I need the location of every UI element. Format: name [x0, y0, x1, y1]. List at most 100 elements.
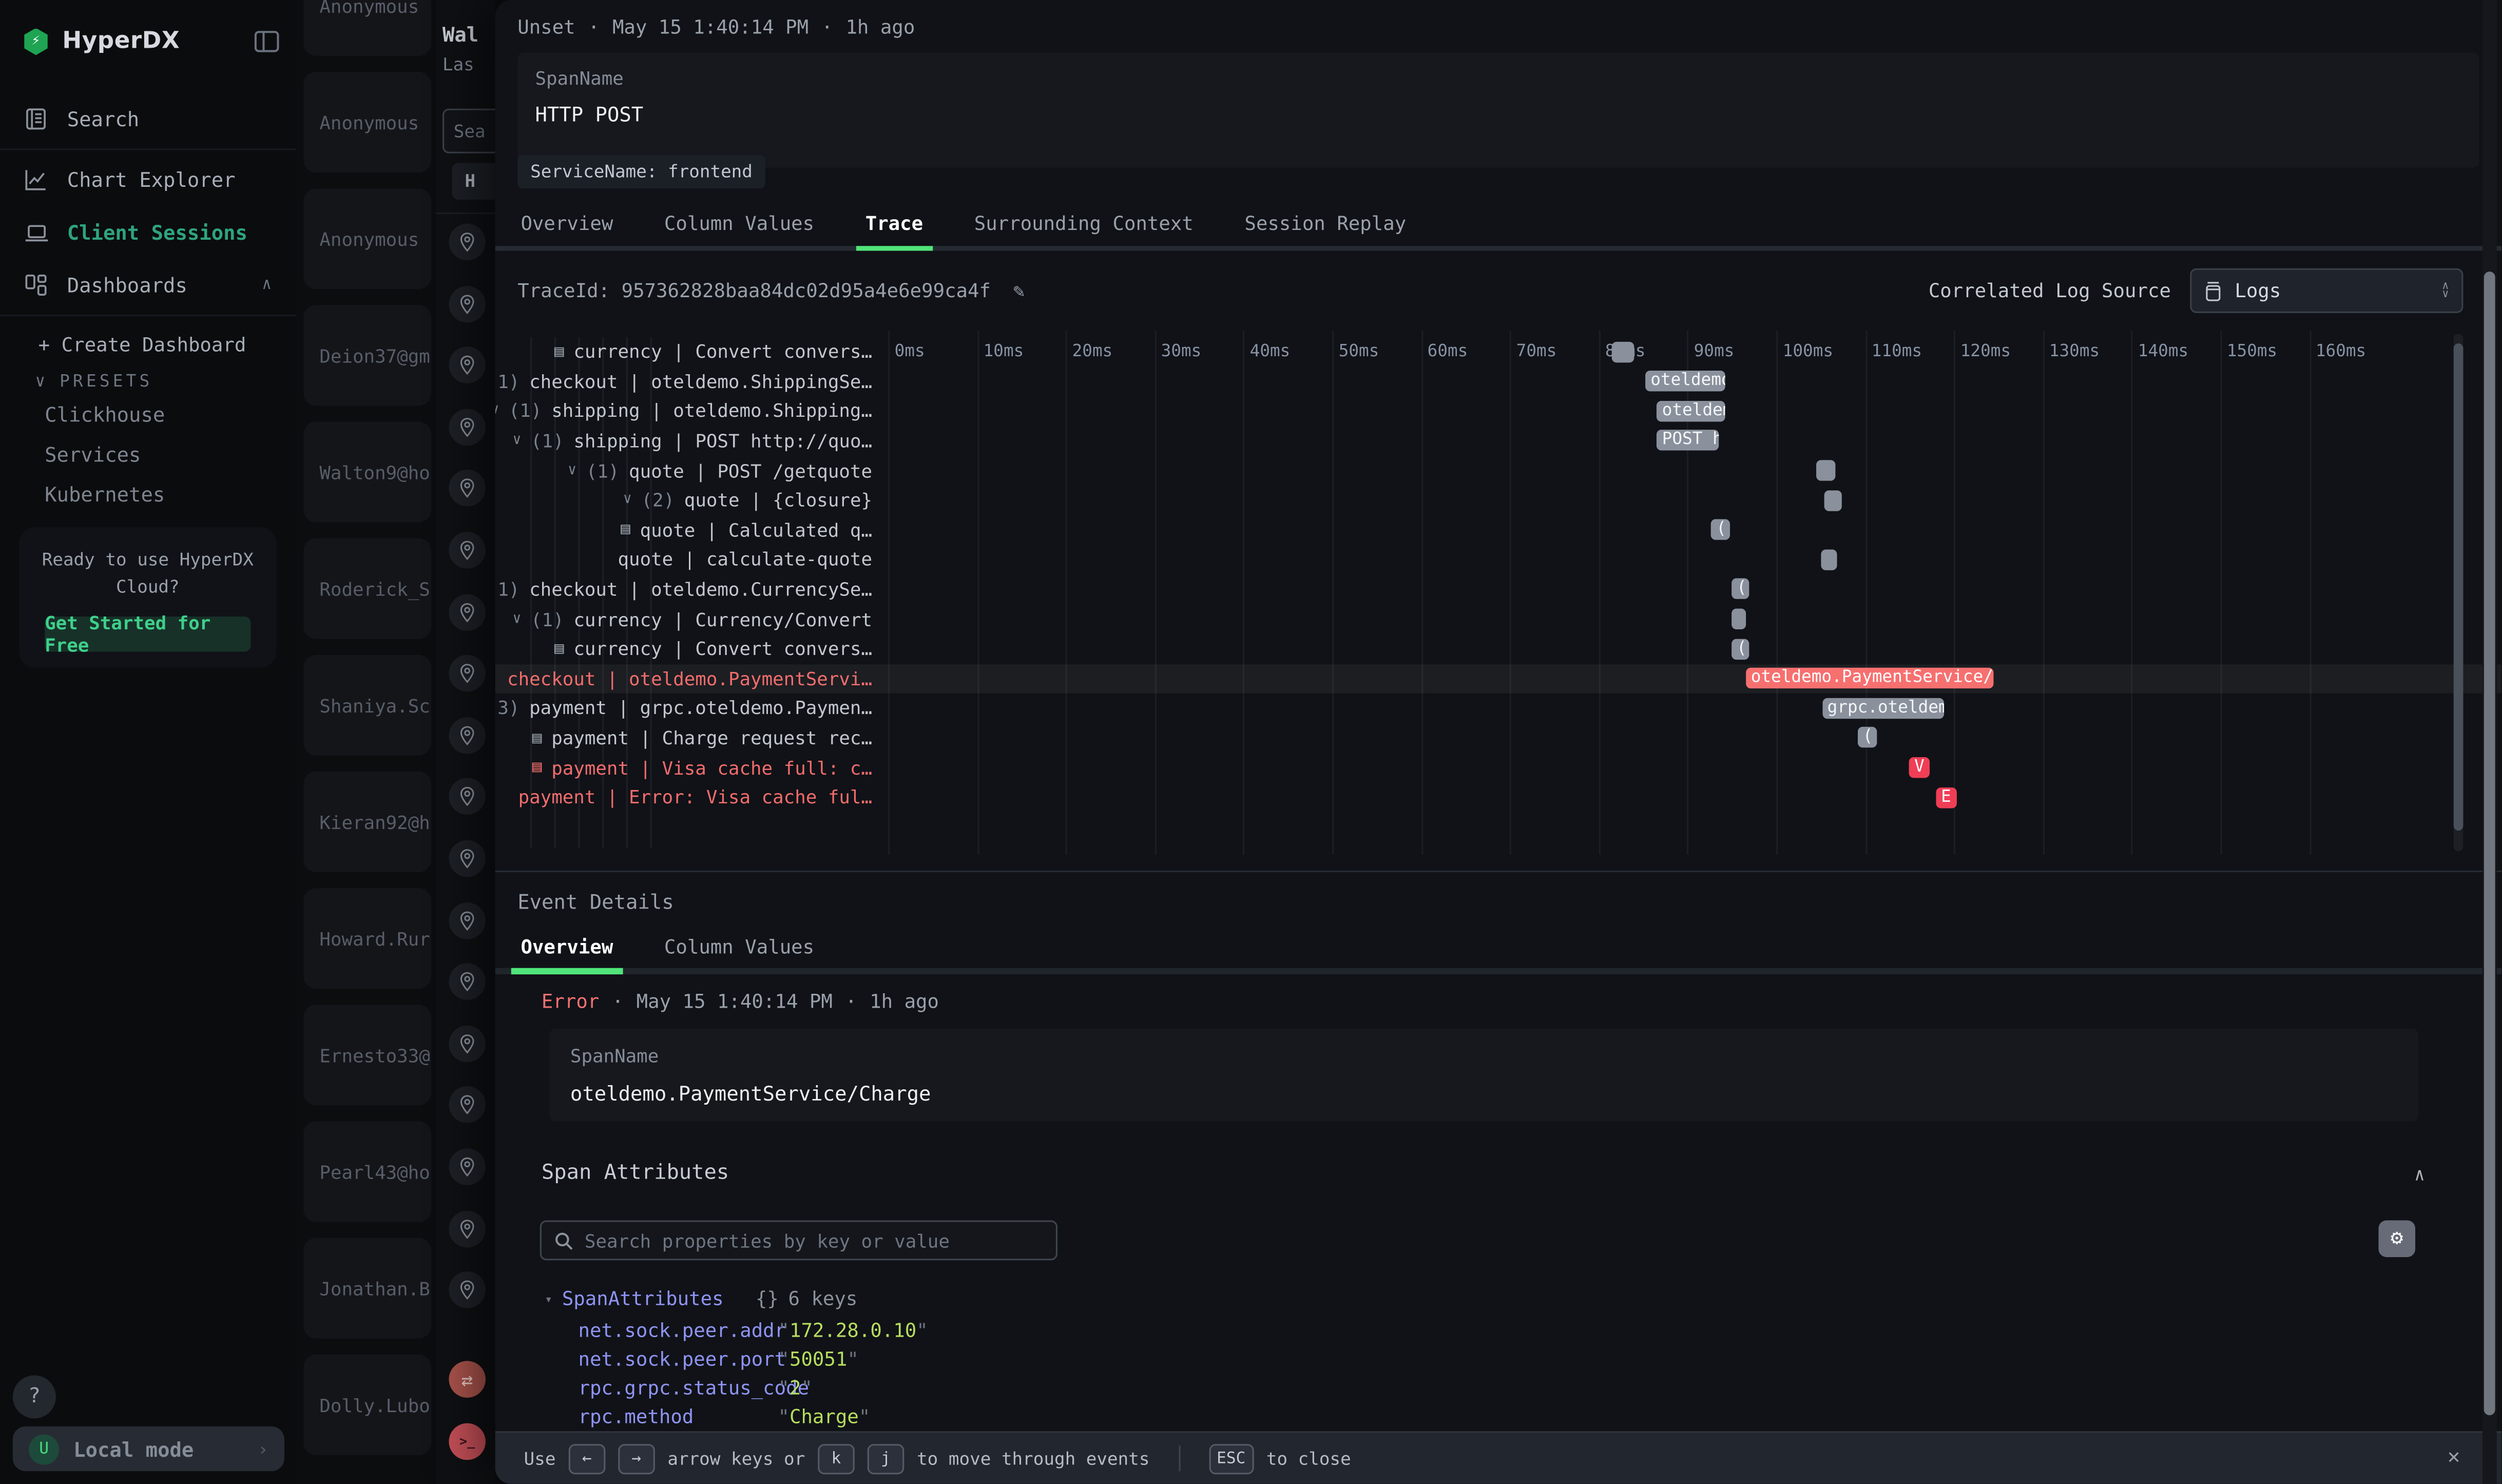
- tab-column-values[interactable]: Column Values: [661, 203, 818, 250]
- session-card[interactable]: Ernesto33@: [303, 1005, 431, 1105]
- collapse-sidebar-icon[interactable]: [254, 30, 280, 53]
- span-bar[interactable]: [1824, 490, 1841, 510]
- local-mode-button[interactable]: U Local mode ›: [13, 1427, 284, 1471]
- location-pin-icon[interactable]: [449, 1272, 486, 1309]
- location-pin-icon[interactable]: [449, 470, 486, 507]
- location-pin-icon[interactable]: [449, 1148, 486, 1185]
- create-dashboard-button[interactable]: + Create Dashboard: [0, 319, 296, 359]
- session-card[interactable]: Jonathan.B: [303, 1238, 431, 1339]
- span-bar[interactable]: (: [1732, 579, 1750, 599]
- span-bar[interactable]: oteldemo.PaymentService/Char: [1746, 668, 1994, 688]
- attributes-search-input[interactable]: Search properties by key or value: [540, 1220, 1057, 1260]
- kbd-esc[interactable]: ESC: [1209, 1443, 1254, 1474]
- kbd-←[interactable]: ←: [568, 1443, 605, 1474]
- session-card[interactable]: Anonymous: [303, 0, 431, 56]
- span-tree-label[interactable]: payment | Error: Visa cache ful…: [495, 783, 889, 813]
- span-bar[interactable]: E: [1936, 787, 1957, 807]
- kbd-→[interactable]: →: [618, 1443, 655, 1474]
- span-bar[interactable]: oteldem: [1657, 400, 1724, 421]
- session-card[interactable]: Dolly.Lubo: [303, 1355, 431, 1455]
- waterfall-scrollbar-thumb[interactable]: [2454, 344, 2463, 831]
- location-pin-icon[interactable]: [449, 717, 486, 754]
- attribute-row[interactable]: net.sock.peer.port"50051": [578, 1345, 858, 1374]
- location-pin-icon[interactable]: [449, 1025, 486, 1062]
- location-pin-icon[interactable]: [449, 532, 486, 569]
- waterfall-scrollbar-track[interactable]: [2454, 334, 2463, 851]
- sidebar-item-chart-explorer[interactable]: Chart Explorer: [0, 153, 296, 206]
- location-pin-icon[interactable]: [449, 655, 486, 692]
- location-pin-icon[interactable]: [449, 593, 486, 630]
- tab-overview[interactable]: Overview: [517, 203, 616, 250]
- span-bar[interactable]: POST ht: [1657, 430, 1719, 451]
- collapse-section-icon[interactable]: ∧: [2414, 1165, 2425, 1185]
- session-card[interactable]: Anonymous: [303, 188, 431, 289]
- location-pin-icon[interactable]: [449, 347, 486, 384]
- span-tree-label[interactable]: ∨(2)quote | {closure}: [495, 486, 889, 515]
- span-tree-label[interactable]: ▤quote | Calculated q…: [495, 515, 889, 545]
- kbd-j[interactable]: j: [868, 1443, 904, 1474]
- tab-surrounding-context[interactable]: Surrounding Context: [971, 203, 1197, 250]
- location-pin-icon[interactable]: [449, 840, 486, 877]
- tab-session-replay[interactable]: Session Replay: [1241, 203, 1409, 250]
- location-pin-icon[interactable]: [449, 409, 486, 446]
- span-tree-label[interactable]: ∨(1)checkout | oteldemo.CurrencySe…: [495, 575, 889, 605]
- span-tree-label[interactable]: ∨(1)checkout | oteldemo.ShippingSe…: [495, 367, 889, 396]
- event-tab-column-values[interactable]: Column Values: [661, 927, 818, 974]
- preset-clickhouse[interactable]: Clickhouse: [0, 395, 296, 435]
- span-bar[interactable]: (: [1711, 519, 1729, 540]
- span-bar[interactable]: oteldemo.: [1646, 371, 1725, 391]
- sidebar-item-dashboards[interactable]: Dashboards∧: [0, 259, 296, 312]
- location-pin-icon[interactable]: [449, 902, 486, 939]
- span-tree-label[interactable]: quote | calculate-quote: [495, 545, 889, 575]
- attribute-row[interactable]: net.sock.peer.addr"172.28.0.10": [578, 1316, 928, 1345]
- span-tree-label[interactable]: ▤currency | Convert convers…: [495, 634, 889, 664]
- span-tree-label[interactable]: ▤payment | Visa cache full: c…: [495, 753, 889, 783]
- session-card[interactable]: Pearl43@ho: [303, 1121, 431, 1222]
- preset-services[interactable]: Services: [0, 434, 296, 474]
- tab-trace[interactable]: Trace: [862, 203, 926, 250]
- location-pin-icon[interactable]: [449, 224, 486, 261]
- span-attributes-root[interactable]: ▾ SpanAttributes {} 6 keys: [545, 1287, 857, 1310]
- session-card[interactable]: Kieran92@h: [303, 772, 431, 872]
- gear-icon[interactable]: ⚙: [2378, 1220, 2415, 1257]
- presets-header[interactable]: ∨PRESETS: [0, 359, 296, 394]
- span-bar[interactable]: (: [1732, 638, 1750, 659]
- span-bar[interactable]: (: [1858, 727, 1876, 748]
- span-tree-label[interactable]: ∨(1)shipping | oteldemo.Shipping…: [495, 396, 889, 426]
- span-tree-label[interactable]: ▤payment | Charge request rec…: [495, 723, 889, 753]
- session-card[interactable]: Howard.Rur: [303, 888, 431, 989]
- span-tree-label[interactable]: ∨(3)payment | grpc.oteldemo.Paymen…: [495, 693, 889, 723]
- preset-kubernetes[interactable]: Kubernetes: [0, 474, 296, 514]
- attribute-row[interactable]: rpc.grpc.status_code"2": [578, 1374, 813, 1402]
- kbd-k[interactable]: k: [818, 1443, 855, 1474]
- session-card[interactable]: Anonymous: [303, 72, 431, 172]
- span-bar[interactable]: [1822, 549, 1838, 569]
- modal-scrollbar-thumb[interactable]: [2484, 272, 2495, 1415]
- event-tab-overview[interactable]: Overview: [517, 927, 616, 974]
- location-pin-icon[interactable]: [449, 963, 486, 1000]
- span-tree-label[interactable]: ∨(1)shipping | POST http://quo…: [495, 426, 889, 456]
- session-card[interactable]: Walton9@ho: [303, 422, 431, 523]
- location-pin-icon[interactable]: [449, 285, 486, 322]
- underlay-button[interactable]: H: [452, 163, 495, 200]
- span-bar[interactable]: [1816, 460, 1836, 480]
- terminal-icon[interactable]: >_: [449, 1423, 486, 1460]
- span-tree-label[interactable]: ∨(1)quote | POST /getquote: [495, 456, 889, 486]
- location-pin-icon[interactable]: [449, 1210, 486, 1247]
- session-card[interactable]: Deion37@gm: [303, 305, 431, 406]
- service-name-chip[interactable]: ServiceName: frontend: [517, 155, 765, 188]
- span-tree-label[interactable]: ∨(1)checkout | oteldemo.PaymentServi…: [495, 664, 889, 693]
- session-card[interactable]: Roderick_S: [303, 538, 431, 639]
- underlay-search-input[interactable]: Sea: [442, 109, 495, 153]
- span-bar[interactable]: V: [1910, 757, 1929, 778]
- span-tree-label[interactable]: ∨(1)currency | Currency/Convert: [495, 604, 889, 634]
- span-bar[interactable]: [1732, 608, 1745, 629]
- log-source-select[interactable]: Logs ∧∨: [2190, 268, 2463, 313]
- sidebar-item-search[interactable]: Search: [0, 92, 296, 145]
- attribute-row[interactable]: rpc.method"Charge": [578, 1402, 870, 1431]
- session-card[interactable]: Shaniya.Sc: [303, 655, 431, 756]
- swap-arrows-icon[interactable]: ⇄: [449, 1361, 486, 1398]
- get-started-button[interactable]: Get Started for Free: [45, 616, 251, 651]
- span-bar[interactable]: [1612, 341, 1634, 361]
- location-pin-icon[interactable]: [449, 1087, 486, 1124]
